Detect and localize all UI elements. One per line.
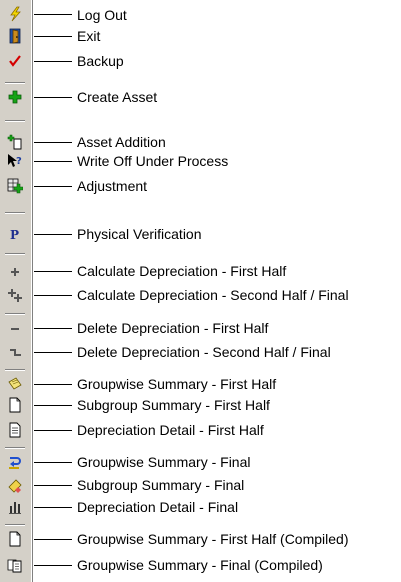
calculate-depreciation-second-half-final-button[interactable] — [6, 286, 24, 304]
leader-line — [34, 352, 72, 353]
delete-depreciation-second-half-final-button[interactable] — [6, 343, 24, 361]
groupwise-summary-final-button[interactable] — [6, 453, 24, 471]
double-minus-icon — [10, 349, 21, 356]
leader-line — [34, 295, 72, 296]
subgroup-summary-final-button[interactable] — [6, 476, 24, 494]
eraser-icon — [8, 479, 22, 493]
delete-depreciation-first-half-button[interactable] — [6, 319, 24, 337]
asset-addition-label: Asset Addition — [77, 134, 166, 150]
physical-verification-button[interactable]: P — [6, 225, 24, 243]
write-off-under-process-label: Write Off Under Process — [77, 153, 229, 169]
groupwise-summary-first-half-button[interactable] — [6, 375, 24, 393]
exit-label: Exit — [77, 28, 101, 44]
log-out-label: Log Out — [77, 7, 127, 23]
calculate-depreciation-first-half-label: Calculate Depreciation - First Half — [77, 263, 287, 279]
physical-verification-label: Physical Verification — [77, 226, 202, 242]
toolbar-separator — [5, 524, 25, 526]
toolbar-separator — [5, 212, 25, 214]
adjustment-button[interactable] — [6, 177, 24, 195]
single-minus-icon — [11, 328, 19, 330]
leader-line — [34, 539, 72, 540]
leader-line — [34, 186, 72, 187]
green-plus-icon — [8, 90, 22, 104]
exit-button[interactable] — [6, 27, 24, 45]
depreciation-detail-first-half-button[interactable] — [6, 421, 24, 439]
leader-line — [34, 565, 72, 566]
backup-label: Backup — [77, 53, 124, 69]
groupwise-summary-final-compiled-button[interactable] — [6, 556, 24, 574]
subgroup-summary-first-half-label: Subgroup Summary - First Half — [77, 397, 270, 413]
document-plus-icon — [7, 134, 22, 150]
toolbar-separator — [5, 313, 25, 315]
leader-line — [34, 61, 72, 62]
depreciation-detail-final-label: Depreciation Detail - Final — [77, 499, 239, 515]
red-checkmark-icon — [9, 55, 21, 67]
leader-line — [34, 462, 72, 463]
create-asset-label: Create Asset — [77, 89, 158, 105]
groupwise-summary-first-half-compiled-label: Groupwise Summary - First Half (Compiled… — [77, 531, 349, 547]
blank-page-icon — [9, 531, 21, 547]
log-out-button[interactable] — [6, 5, 24, 23]
leader-line — [34, 271, 72, 272]
delete-depreciation-first-half-label: Delete Depreciation - First Half — [77, 320, 269, 336]
leader-line — [34, 328, 72, 329]
vertical-toolbar: ? P — [0, 0, 33, 582]
leader-line — [34, 142, 72, 143]
pointer-question-icon: ? — [8, 154, 22, 167]
leader-line — [34, 485, 72, 486]
toolbar-separator — [5, 120, 25, 122]
write-off-under-process-button[interactable]: ? — [6, 152, 24, 170]
grid-plus-icon — [7, 178, 23, 194]
delete-depreciation-second-half-final-label: Delete Depreciation - Second Half / Fina… — [77, 344, 331, 360]
leader-line — [34, 430, 72, 431]
leader-line — [34, 507, 72, 508]
depreciation-detail-final-button[interactable] — [6, 498, 24, 516]
stacked-pages-icon — [7, 559, 22, 573]
adjustment-label: Adjustment — [77, 178, 148, 194]
asset-addition-button[interactable] — [6, 133, 24, 151]
bar-chart-icon — [9, 502, 21, 514]
groupwise-summary-final-label: Groupwise Summary - Final — [77, 454, 251, 470]
leader-line — [34, 234, 72, 235]
groupwise-summary-first-half-label: Groupwise Summary - First Half — [77, 376, 277, 392]
create-asset-button[interactable] — [6, 88, 24, 106]
backup-button[interactable] — [6, 52, 24, 70]
leader-line — [34, 384, 72, 385]
svg-text:P: P — [10, 228, 19, 242]
groupwise-summary-first-half-compiled-button[interactable] — [6, 530, 24, 548]
toolbar-separator — [5, 82, 25, 84]
lightning-icon — [10, 6, 21, 22]
blank-page-icon — [9, 397, 21, 413]
leader-line — [34, 405, 72, 406]
leader-line — [34, 161, 72, 162]
subgroup-summary-first-half-button[interactable] — [6, 396, 24, 414]
calculate-depreciation-first-half-button[interactable] — [6, 262, 24, 280]
toolbar-separator — [5, 253, 25, 255]
leader-line — [34, 97, 72, 98]
toolbar-separator — [5, 369, 25, 371]
letter-p-icon: P — [10, 228, 19, 242]
groupwise-summary-final-compiled-label: Groupwise Summary - Final (Compiled) — [77, 557, 323, 573]
leader-line — [34, 14, 72, 15]
double-plus-icon — [8, 289, 22, 302]
svg-text:?: ? — [16, 156, 22, 167]
calculate-depreciation-second-half-final-label: Calculate Depreciation - Second Half / F… — [77, 287, 349, 303]
text-page-icon — [9, 422, 21, 438]
single-plus-icon — [11, 268, 19, 276]
toolbar-separator — [5, 447, 25, 449]
blue-arrow-icon — [9, 457, 21, 469]
depreciation-detail-first-half-label: Depreciation Detail - First Half — [77, 422, 264, 438]
subgroup-summary-final-label: Subgroup Summary - Final — [77, 477, 245, 493]
notepad-icon — [8, 377, 22, 390]
door-exit-icon — [9, 28, 21, 44]
leader-line — [34, 36, 72, 37]
